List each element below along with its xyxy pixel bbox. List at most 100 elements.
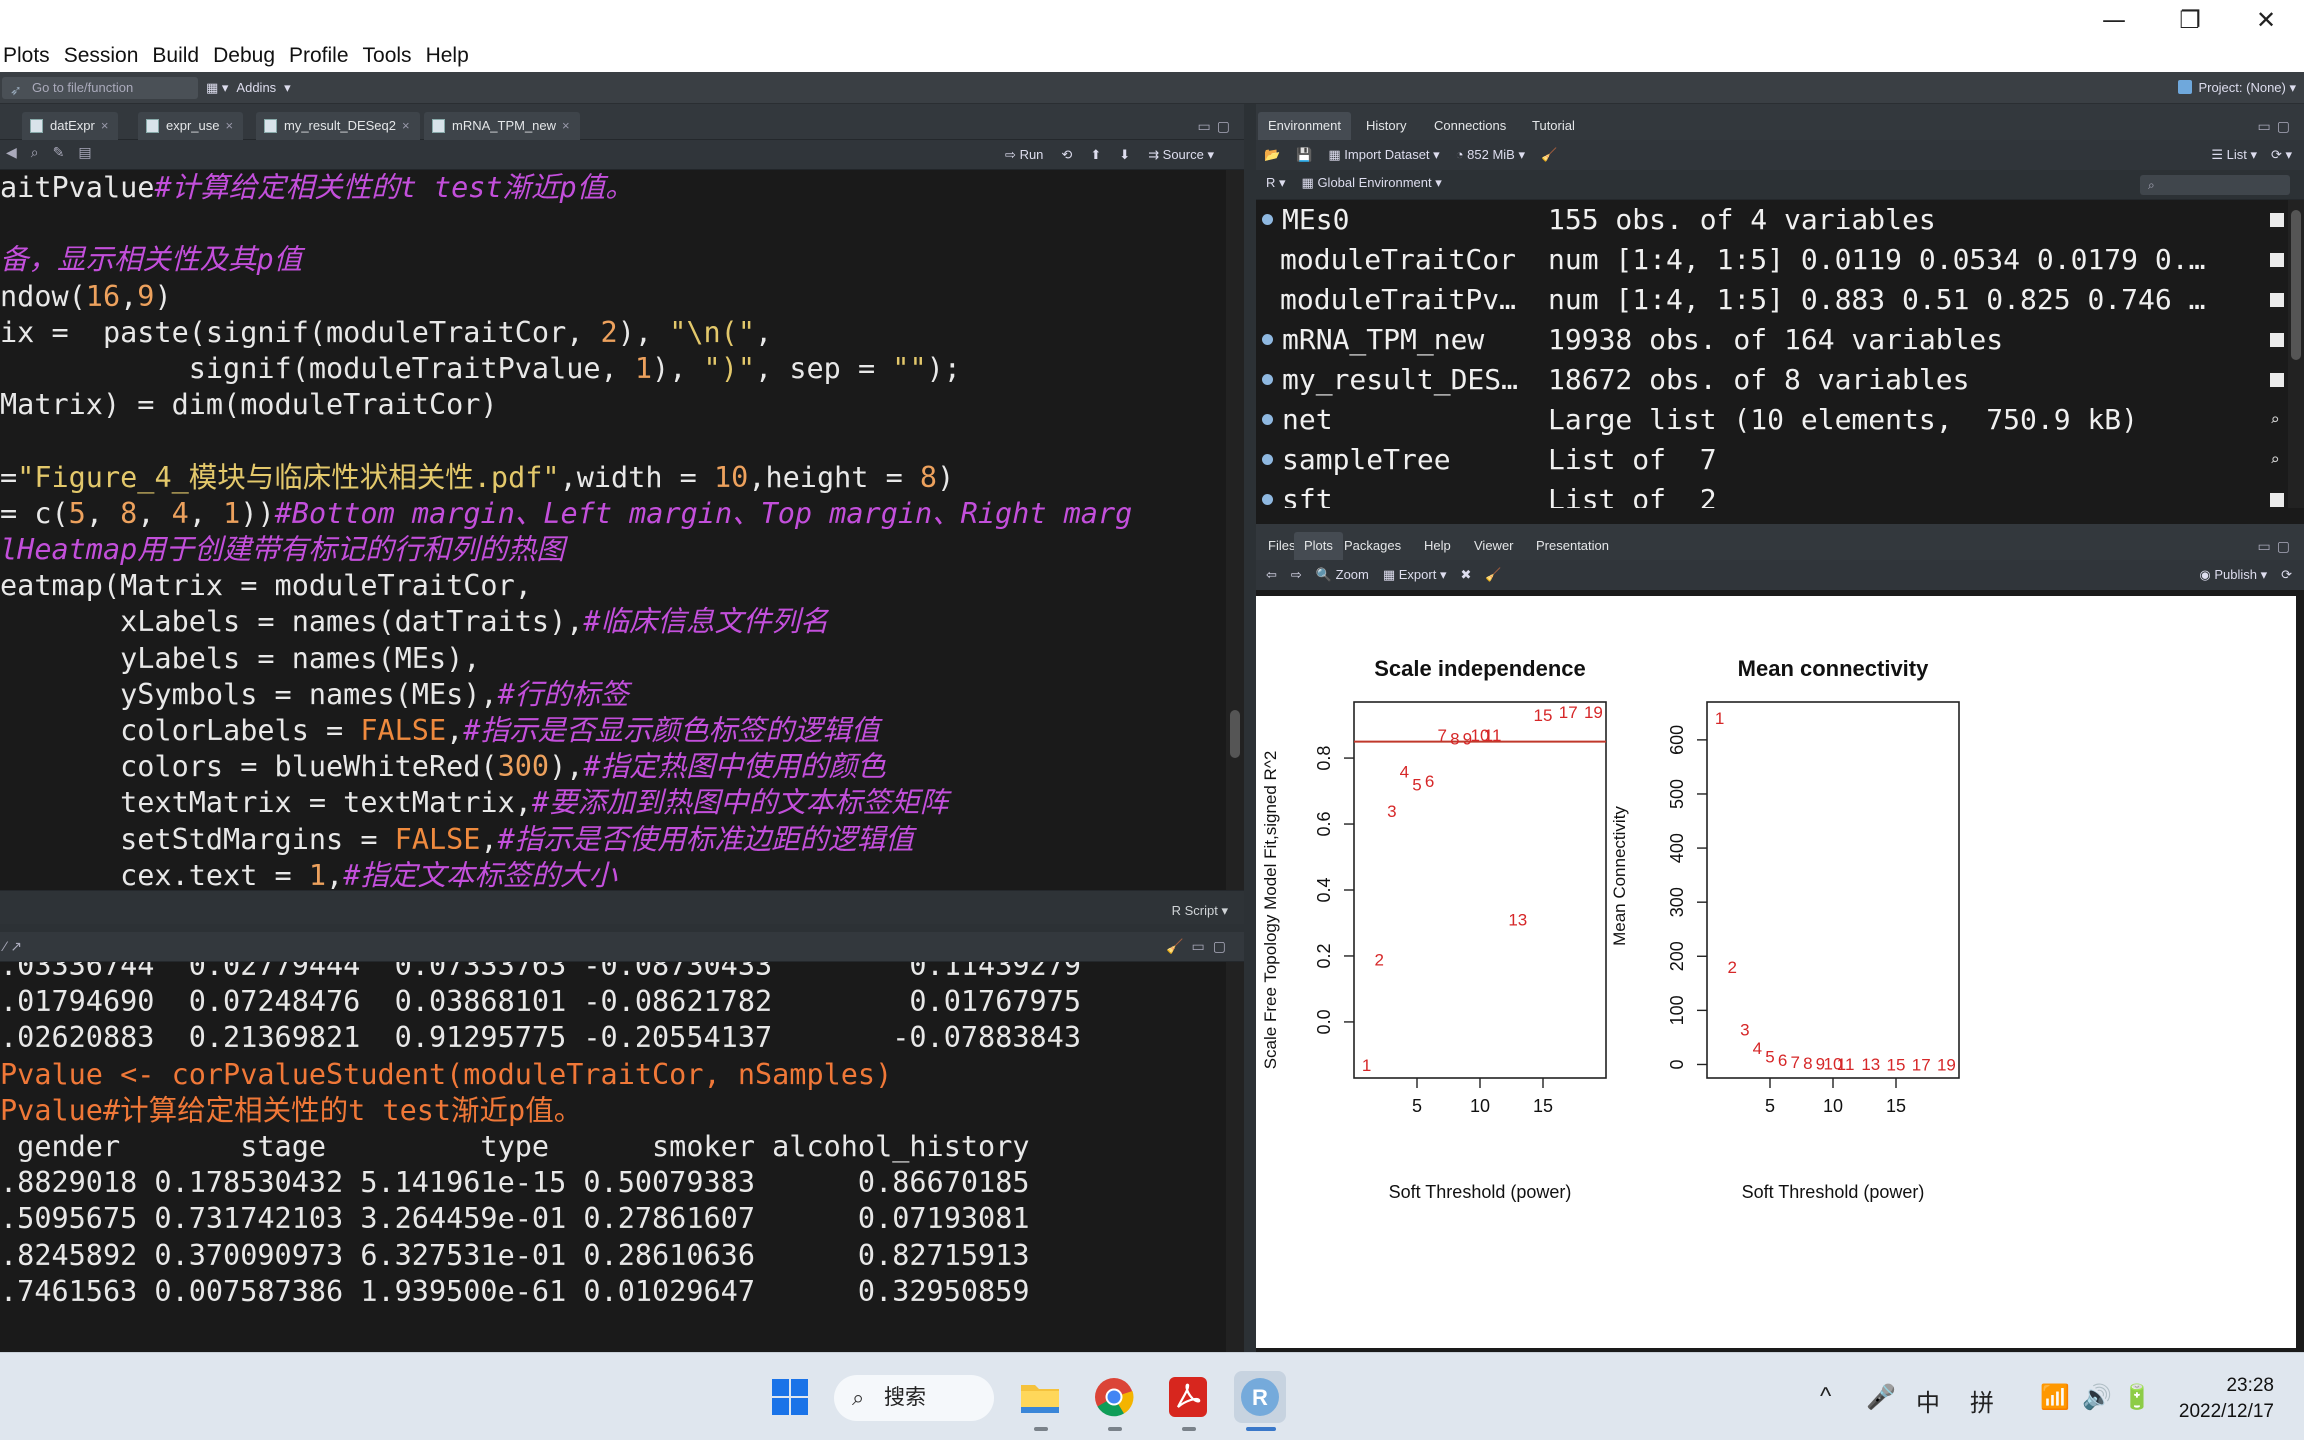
up-arrow-icon[interactable]: ⬆ <box>1090 147 1101 163</box>
close-tab-icon[interactable]: × <box>402 118 410 133</box>
source-button[interactable]: ⇉ Source ▾ <box>1148 147 1214 163</box>
env-row[interactable]: moduleTraitCor num [1:4, 1:5] 0.0119 0.05… <box>1256 240 2288 280</box>
windows-start-icon[interactable] <box>764 1371 816 1423</box>
horizontal-splitter[interactable] <box>0 924 1244 932</box>
view-icon[interactable]: ⌕ <box>2270 400 2284 429</box>
tab-tutorial[interactable]: Tutorial <box>1522 112 1585 140</box>
tab-history[interactable]: History <box>1356 112 1416 140</box>
environment-search-input[interactable]: ⌕ <box>2140 175 2290 195</box>
tab-connections[interactable]: Connections <box>1424 112 1516 140</box>
back-icon[interactable]: ◀ <box>6 144 17 161</box>
env-row[interactable]: MEs0 155 obs. of 4 variables <box>1256 200 2288 240</box>
tab-help[interactable]: Help <box>1414 532 1461 560</box>
tray-item[interactable]: 📶 <box>2040 1383 2070 1412</box>
expand-icon[interactable] <box>1262 494 1273 505</box>
export-button[interactable]: ▦ Export ▾ <box>1383 564 1447 586</box>
view-icon[interactable]: ⌕ <box>2270 440 2284 469</box>
expand-icon[interactable] <box>1262 454 1273 465</box>
project-menu[interactable]: Project: (None) ▾ <box>2178 77 2296 99</box>
close-tab-icon[interactable]: × <box>225 118 233 133</box>
scroll-thumb[interactable] <box>1230 710 1240 758</box>
tab-environment[interactable]: Environment <box>1258 112 1351 140</box>
clock[interactable]: 23:28 2022/12/17 <box>2179 1373 2274 1425</box>
menu-item-profile[interactable]: Profile <box>286 44 360 68</box>
data-grid-icon[interactable] <box>2270 213 2284 227</box>
close-tab-icon[interactable]: × <box>101 118 109 133</box>
goto-file-input[interactable]: ➶ Go to file/function <box>2 77 198 99</box>
tray-item[interactable]: 中 <box>1916 1383 1940 1418</box>
zoom-button[interactable]: 🔍 Zoom <box>1316 564 1369 586</box>
data-grid-icon[interactable] <box>2270 293 2284 307</box>
tray-item[interactable]: 🎤 <box>1866 1383 1896 1412</box>
pane-minmax-icons[interactable]: ▭▢ <box>2258 118 2296 135</box>
file-type-menu[interactable]: R Script ▾ <box>1172 903 1228 919</box>
save-icon[interactable]: 💾 <box>1296 144 1312 166</box>
wand-icon[interactable]: ✎ <box>53 144 65 161</box>
pane-minmax-icons[interactable]: ▭▢ <box>1198 118 1236 135</box>
close-button[interactable]: ✕ <box>2228 0 2304 40</box>
addins-menu[interactable]: ▦ ▾ Addins ▾ <box>206 77 291 99</box>
env-row[interactable]: moduleTraitPv… num [1:4, 1:5] 0.883 0.51 … <box>1256 280 2288 320</box>
close-tab-icon[interactable]: × <box>562 118 570 133</box>
rstudio-icon[interactable]: R <box>1234 1371 1286 1423</box>
remove-plot-icon[interactable]: ✖ <box>1460 564 1471 586</box>
editor-scrollbar[interactable] <box>1226 170 1244 890</box>
file-tab-datexpr[interactable]: datExpr × <box>22 112 119 140</box>
back-arrow-icon[interactable]: ⇦ <box>1266 564 1277 586</box>
rerun-icon[interactable]: ⟲ <box>1061 147 1072 163</box>
file-tab-mrna-tpm-new[interactable]: mRNA_TPM_new × <box>424 112 580 140</box>
refresh-icon[interactable]: ⟳ <box>2281 564 2292 586</box>
tab-presentation[interactable]: Presentation <box>1526 532 1619 560</box>
compile-icon[interactable]: ▤ <box>78 144 91 161</box>
broom-icon[interactable]: 🧹 <box>1541 144 1557 166</box>
pane-minmax-icons[interactable]: ▭▢ <box>2258 538 2296 555</box>
console-output[interactable]: .03336744 0.02779444 0.07333763 -0.08730… <box>0 962 1226 1352</box>
expand-icon[interactable] <box>1262 414 1273 425</box>
tray-item[interactable]: 拼 <box>1970 1383 1994 1418</box>
forward-arrow-icon[interactable]: ⇨ <box>1291 564 1302 586</box>
scroll-thumb[interactable] <box>2291 210 2301 360</box>
console-header-icons[interactable]: 🧹▭▢ <box>1166 938 1234 955</box>
vertical-splitter[interactable] <box>1244 104 1256 1352</box>
data-grid-icon[interactable] <box>2270 373 2284 387</box>
menu-item-help[interactable]: Help <box>423 44 480 68</box>
file-tab-my-result-deseq2[interactable]: my_result_DESeq2 × <box>256 112 420 140</box>
environment-menu[interactable]: ▦ Global Environment ▾ <box>1302 175 1442 191</box>
taskbar-search[interactable]: ⌕ 搜索 <box>834 1375 994 1421</box>
restore-button[interactable]: ❐ <box>2152 0 2228 40</box>
env-row[interactable]: mRNA_TPM_new 19938 obs. of 164 variables <box>1256 320 2288 360</box>
code-editor[interactable]: aitPvalue#计算给定相关性的t test渐近p值。 备，显示相关性及其p值… <box>0 170 1226 890</box>
data-grid-icon[interactable] <box>2270 253 2284 267</box>
file-explorer-icon[interactable] <box>1014 1371 1066 1423</box>
tab-packages[interactable]: Packages <box>1334 532 1411 560</box>
open-icon[interactable]: 📂 <box>1264 144 1280 166</box>
menu-item-build[interactable]: Build <box>149 44 210 68</box>
down-arrow-icon[interactable]: ⬇ <box>1119 147 1130 163</box>
env-row[interactable]: sampleTree List of 7 ⌕ <box>1256 440 2288 480</box>
tray-item[interactable]: 🔊 <box>2082 1383 2112 1412</box>
data-grid-icon[interactable] <box>2270 333 2284 347</box>
chrome-icon[interactable] <box>1088 1371 1140 1423</box>
language-menu[interactable]: R ▾ <box>1266 175 1286 191</box>
tray-item[interactable]: ^ <box>1820 1383 1831 1411</box>
acrobat-icon[interactable] <box>1162 1371 1214 1423</box>
menu-item-plots[interactable]: Plots <box>0 44 61 68</box>
console-scrollbar[interactable] <box>1226 962 1244 1352</box>
menu-item-debug[interactable]: Debug <box>210 44 286 68</box>
console-path-icon[interactable]: ⁄ ↗ <box>4 938 22 955</box>
run-button[interactable]: ⇨ Run <box>1005 147 1043 163</box>
env-row[interactable]: my_result_DES… 18672 obs. of 8 variables <box>1256 360 2288 400</box>
memory-usage-button[interactable]: ◔ 852 MiB ▾ <box>1456 144 1525 166</box>
tab-viewer[interactable]: Viewer <box>1464 532 1524 560</box>
menu-item-tools[interactable]: Tools <box>360 44 423 68</box>
minimize-button[interactable]: — <box>2076 0 2152 40</box>
refresh-icon[interactable]: ⟳ ▾ <box>2271 144 2292 166</box>
search-icon[interactable]: ⌕ <box>31 144 39 161</box>
expand-icon[interactable] <box>1262 374 1273 385</box>
menu-item-session[interactable]: Session <box>61 44 150 68</box>
file-tab-expr-use[interactable]: expr_use × <box>138 112 244 140</box>
env-row[interactable]: sft List of 2 <box>1256 480 2288 508</box>
view-mode-menu[interactable]: ☰ List ▾ <box>2211 144 2257 166</box>
tray-item[interactable]: 🔋 <box>2122 1383 2152 1412</box>
env-row[interactable]: net Large list (10 elements, 750.9 kB) ⌕ <box>1256 400 2288 440</box>
